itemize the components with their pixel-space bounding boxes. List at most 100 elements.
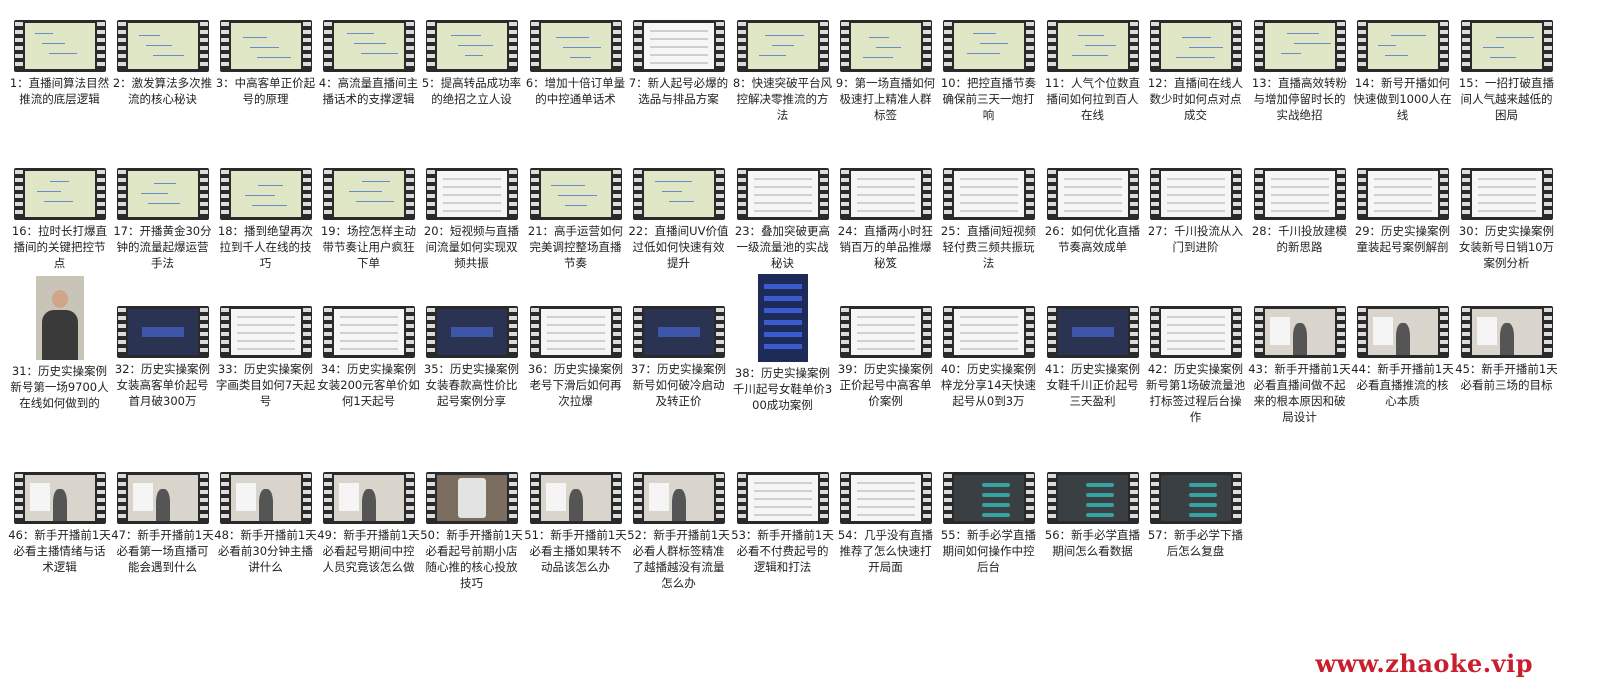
video-file-label: 8：快速突破平台风控解决零推流的方法: [732, 76, 833, 122]
video-file-item[interactable]: 20：短视频与直播间流量如何实现双频共振: [420, 168, 523, 271]
video-file-label: 5：提高转品成功率的绝招之立人设: [421, 76, 522, 106]
video-file-item[interactable]: 57：新手必学下播后怎么复盘: [1144, 472, 1247, 559]
video-file-label: 45：新手开播前1天必看前三场的目标: [1455, 362, 1558, 392]
video-file-item[interactable]: 49：新手开播前1天必看起号期间中控人员究竟该怎么做: [317, 472, 420, 575]
video-file-label: 6：增加十倍订单量的中控通单话术: [525, 76, 626, 106]
video-file-item[interactable]: 41：历史实操案例女鞋千川正价起号三天盈利: [1041, 306, 1144, 409]
video-file-item[interactable]: 37：历史实操案例新号如何破冷启动及转正价: [627, 306, 730, 409]
video-thumbnail: [632, 168, 725, 220]
video-file-item[interactable]: 47：新手开播前1天必看第一场直播可能会遇到什么: [111, 472, 214, 575]
video-thumbnail: [736, 20, 829, 72]
video-file-item[interactable]: 25：直播间短视频轻付费三频共振玩法: [937, 168, 1040, 271]
video-file-item[interactable]: 32：历史实操案例女装高客单价起号首月破300万: [111, 306, 214, 409]
video-file-item[interactable]: 45：新手开播前1天必看前三场的目标: [1455, 306, 1558, 393]
video-file-item[interactable]: 19：场控怎样主动带节奏让用户疯狂下单: [317, 168, 420, 271]
video-file-item[interactable]: 35：历史实操案例女装春款高性价比起号案例分享: [420, 306, 523, 409]
video-file-label: 25：直播间短视频轻付费三频共振玩法: [940, 224, 1037, 270]
video-file-item[interactable]: 15：一招打破直播间人气越来越低的困局: [1455, 20, 1558, 123]
video-file-item[interactable]: 39：历史实操案例正价起号中高客单价案例: [834, 306, 937, 409]
video-file-item[interactable]: 40：历史实操案例梓龙分享14天快速起号从0到3万: [937, 306, 1040, 409]
video-file-item[interactable]: 48：新手开播前1天必看前30分钟主播讲什么: [214, 472, 317, 575]
video-file-label: 43：新手开播前1天必看直播间做不起来的根本原因和破局设计: [1248, 362, 1351, 424]
video-file-item[interactable]: 1：直播间算法目然推流的底层逻辑: [8, 20, 111, 107]
video-file-item[interactable]: 6：增加十倍订单量的中控通单话术: [524, 20, 627, 107]
video-file-item[interactable]: 36：历史实操案例老号下滑后如何再次拉爆: [524, 306, 627, 409]
video-file-item[interactable]: 14：新号开播如何快速做到1000人在线: [1351, 20, 1454, 123]
video-file-item[interactable]: 4：高流量直播间主播话术的支撑逻辑: [317, 20, 420, 107]
video-thumbnail: [1046, 168, 1139, 220]
video-file-item[interactable]: 44：新手开播前1天必看直播推流的核心本质: [1351, 306, 1454, 409]
video-file-label: 38：历史实操案例千川起号女鞋单价300成功案例: [732, 366, 833, 412]
video-file-item[interactable]: 54：几乎没有直播推荐了怎么快速打开局面: [834, 472, 937, 575]
video-file-item[interactable]: 21：高手运营如何完美调控整场直播节奏: [524, 168, 627, 271]
video-file-label: 9：第一场直播如何极速打上精准人群标签: [835, 76, 936, 122]
video-thumbnail: [1253, 168, 1346, 220]
video-file-item[interactable]: 13：直播高效转粉与增加停留时长的实战绝招: [1248, 20, 1351, 123]
video-file-item[interactable]: 55：新手必学直播期间如何操作中控后台: [937, 472, 1040, 575]
video-file-item[interactable]: 56：新手必学直播期间怎么看数据: [1041, 472, 1144, 559]
video-file-label: 23：叠加突破更高一级流量池的实战秘诀: [734, 224, 831, 270]
video-file-label: 37：历史实操案例新号如何破冷启动及转正价: [630, 362, 727, 408]
video-file-item[interactable]: 23：叠加突破更高一级流量池的实战秘诀: [731, 168, 834, 271]
video-file-label: 46：新手开播前1天必看主播情绪与话术逻辑: [8, 528, 111, 574]
video-file-label: 33：历史实操案例字画类目如何7天起号: [215, 362, 316, 408]
video-file-item[interactable]: 11：人气个位数直播间如何拉到百人在线: [1041, 20, 1144, 123]
video-file-item[interactable]: 34：历史实操案例女装200元客单价如何1天起号: [317, 306, 420, 409]
video-thumbnail: [219, 306, 312, 358]
video-file-item[interactable]: 46：新手开播前1天必看主播情绪与话术逻辑: [8, 472, 111, 575]
video-file-item[interactable]: 42：历史实操案例新号第1场破流量池打标签过程后台操作: [1144, 306, 1247, 425]
video-thumbnail: [736, 168, 829, 220]
video-thumbnail: [322, 20, 415, 72]
video-file-item[interactable]: 51：新手开播前1天必看主播如果转不动品该怎么办: [524, 472, 627, 575]
video-file-label: 40：历史实操案例梓龙分享14天快速起号从0到3万: [940, 362, 1037, 408]
video-file-item[interactable]: 3：中高客单正价起号的原理: [214, 20, 317, 107]
video-file-item[interactable]: 7：新人起号必爆的选品与排品方案: [627, 20, 730, 107]
video-file-item[interactable]: 8：快速突破平台风控解决零推流的方法: [731, 20, 834, 123]
video-thumbnail: [839, 168, 932, 220]
video-file-item[interactable]: 38：历史实操案例千川起号女鞋单价300成功案例: [731, 274, 834, 413]
video-file-item[interactable]: 50：新手开播前1天必看起号前期小店随心推的核心投放技巧: [420, 472, 523, 591]
video-thumbnail: [1149, 472, 1242, 524]
video-thumbnail: [839, 20, 932, 72]
video-file-item[interactable]: 31：历史实操案例新号第一场9700人在线如何做到的: [8, 276, 111, 411]
video-thumbnail: [116, 306, 209, 358]
video-file-item[interactable]: 26：如何优化直播节奏高效成单: [1041, 168, 1144, 255]
video-file-label: 18：播到绝望再次拉到千人在线的技巧: [217, 224, 314, 270]
video-thumbnail: [219, 168, 312, 220]
video-file-item[interactable]: 33：历史实操案例字画类目如何7天起号: [214, 306, 317, 409]
video-thumbnail: [1253, 306, 1346, 358]
video-thumbnail: [1046, 20, 1139, 72]
video-file-item[interactable]: 18：播到绝望再次拉到千人在线的技巧: [214, 168, 317, 271]
video-file-item[interactable]: 9：第一场直播如何极速打上精准人群标签: [834, 20, 937, 123]
video-thumbnail: [632, 306, 725, 358]
video-file-item[interactable]: 29：历史实操案例童装起号案例解剖: [1351, 168, 1454, 255]
video-file-item[interactable]: 17：开播黄金30分钟的流量起爆运营手法: [111, 168, 214, 271]
video-thumbnail: [116, 168, 209, 220]
video-thumbnail: [1460, 20, 1553, 72]
video-file-item[interactable]: 22：直播间UV价值过低如何快速有效提升: [627, 168, 730, 271]
watermark: www.zhaoke.vip: [1315, 649, 1533, 678]
video-file-item[interactable]: 27：千川投流从入门到进阶: [1144, 168, 1247, 255]
video-file-item[interactable]: 43：新手开播前1天必看直播间做不起来的根本原因和破局设计: [1248, 306, 1351, 425]
video-file-item[interactable]: 30：历史实操案例女装新号日销10万案例分析: [1455, 168, 1558, 271]
video-file-label: 20：短视频与直播间流量如何实现双频共振: [423, 224, 520, 270]
video-file-item[interactable]: 28：千川投放建模的新思路: [1248, 168, 1351, 255]
video-file-item[interactable]: 24：直播两小时狂销百万的单品推爆秘笈: [834, 168, 937, 271]
video-file-item[interactable]: 53：新手开播前1天必看不付费起号的逻辑和打法: [731, 472, 834, 575]
video-thumbnail: [736, 472, 829, 524]
video-file-label: 2：激发算法多次推流的核心秘诀: [112, 76, 213, 106]
video-file-item[interactable]: 16：拉时长打爆直播间的关键把控节点: [8, 168, 111, 271]
video-file-label: 14：新号开播如何快速做到1000人在线: [1353, 76, 1452, 122]
video-thumbnail: [839, 306, 932, 358]
video-thumbnail: [529, 472, 622, 524]
video-thumbnail: [632, 20, 725, 72]
video-file-item[interactable]: 2：激发算法多次推流的核心秘诀: [111, 20, 214, 107]
video-file-item[interactable]: 12：直播间在线人数少时如何点对点成交: [1144, 20, 1247, 123]
video-thumbnail: [1149, 168, 1242, 220]
video-file-item[interactable]: 10：把控直播节奏确保前三天一炮打响: [937, 20, 1040, 123]
video-file-label: 51：新手开播前1天必看主播如果转不动品该怎么办: [524, 528, 627, 574]
video-file-item[interactable]: 52：新手开播前1天必看人群标签精准了越播越没有流量怎么办: [627, 472, 730, 591]
video-file-label: 3：中高客单正价起号的原理: [215, 76, 316, 106]
video-thumbnail: [1046, 306, 1139, 358]
video-file-item[interactable]: 5：提高转品成功率的绝招之立人设: [420, 20, 523, 107]
